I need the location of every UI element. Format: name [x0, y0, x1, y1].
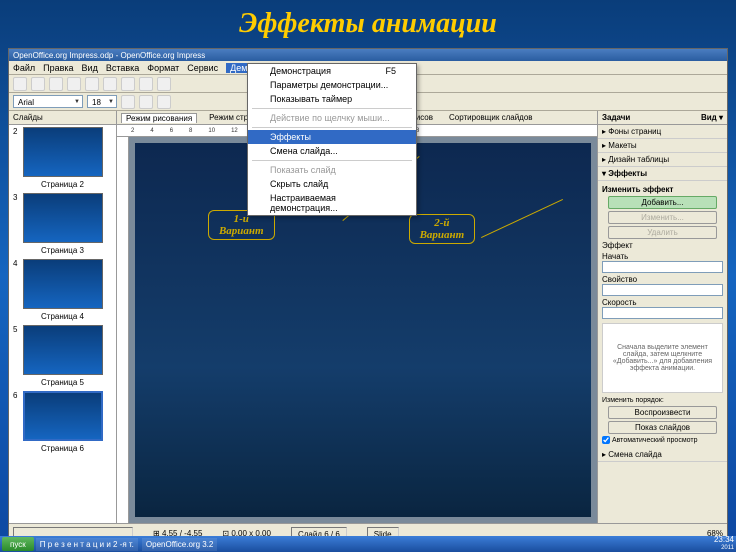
system-clock[interactable]: 23:34 2011	[714, 536, 734, 552]
menu-item-click-action[interactable]: Действие по щелчку мыши...	[248, 111, 416, 125]
slide-thumb[interactable]: 4Страница 4	[9, 257, 116, 323]
arrow-to-panel	[481, 199, 563, 238]
slide-thumb[interactable]: 6Страница 6	[9, 389, 116, 455]
task-transition[interactable]: Смена слайда	[598, 448, 727, 462]
menu-view[interactable]: Вид	[82, 63, 98, 73]
add-effect-button[interactable]: Добавить...	[608, 196, 717, 209]
redo-icon[interactable]	[157, 77, 171, 91]
task-view-menu[interactable]: Вид ▾	[701, 113, 723, 122]
effect-section: Изменить эффект Добавить... Изменить... …	[598, 181, 727, 448]
window-title: OpenOffice.org Impress.odp - OpenOffice.…	[13, 51, 205, 60]
os-taskbar: пуск П р е з е н т а ц и и 2 -я т. OpenO…	[0, 536, 736, 552]
remove-effect-button[interactable]: Удалить	[608, 226, 717, 239]
impress-window: OpenOffice.org Impress.odp - OpenOffice.…	[8, 48, 728, 544]
menu-item-show-slide[interactable]: Показать слайд	[248, 163, 416, 177]
menu-item-change-slide[interactable]: Смена слайда...	[248, 144, 416, 158]
presentation-title: Эффекты анимации	[0, 0, 736, 48]
task-header: Задачи Вид ▾	[598, 111, 727, 125]
slide-panel-title: Слайды	[9, 111, 116, 125]
slide-thumb[interactable]: 2Страница 2	[9, 125, 116, 191]
titlebar: OpenOffice.org Impress.odp - OpenOffice.…	[9, 49, 727, 61]
slide-panel: Слайды 2Страница 23Страница 34Страница 4…	[9, 111, 117, 523]
cut-icon[interactable]	[85, 77, 99, 91]
underline-icon[interactable]	[157, 95, 171, 109]
menu-item-params[interactable]: Параметры демонстрации...	[248, 78, 416, 92]
speed-combo[interactable]	[602, 307, 723, 319]
menu-insert[interactable]: Вставка	[106, 63, 139, 73]
italic-icon[interactable]	[139, 95, 153, 109]
menu-format[interactable]: Формат	[147, 63, 179, 73]
menu-item-effects[interactable]: Эффекты	[248, 130, 416, 144]
menu-edit[interactable]: Правка	[43, 63, 73, 73]
play-button[interactable]: Воспроизвести	[608, 406, 717, 419]
order-label: Изменить порядок:	[602, 397, 723, 404]
change-effect-label: Изменить эффект	[602, 185, 723, 194]
tab-sorter[interactable]: Сортировщик слайдов	[445, 113, 537, 122]
slideshow-button[interactable]: Показ слайдов	[608, 421, 717, 434]
slide-thumb[interactable]: 5Страница 5	[9, 323, 116, 389]
copy-icon[interactable]	[103, 77, 117, 91]
task-layouts[interactable]: Макеты	[598, 139, 727, 153]
property-combo[interactable]	[602, 284, 723, 296]
menu-item-hide-slide[interactable]: Скрыть слайд	[248, 177, 416, 191]
menu-tools[interactable]: Сервис	[187, 63, 218, 73]
fontsize-combo[interactable]: 18	[87, 95, 117, 108]
taskbar-app2[interactable]: OpenOffice.org 3.2	[142, 538, 217, 551]
effect-hint: Сначала выделите элемент слайда, затем щ…	[602, 323, 723, 393]
task-effects[interactable]: Эффекты	[598, 167, 727, 181]
paste-icon[interactable]	[121, 77, 135, 91]
menu-item-timer[interactable]: Показывать таймер	[248, 92, 416, 106]
start-combo[interactable]	[602, 261, 723, 273]
auto-preview-check[interactable]: Автоматический просмотр	[602, 436, 723, 444]
slideshow-dropdown: ДемонстрацияF5 Параметры демонстрации...…	[247, 63, 417, 216]
taskbar-app1[interactable]: П р е з е н т а ц и и 2 -я т.	[36, 538, 138, 551]
task-panel: Задачи Вид ▾ Фоны страниц Макеты Дизайн …	[597, 111, 727, 523]
new-icon[interactable]	[13, 77, 27, 91]
bold-icon[interactable]	[121, 95, 135, 109]
open-icon[interactable]	[31, 77, 45, 91]
task-table-design[interactable]: Дизайн таблицы	[598, 153, 727, 167]
callout-variant2[interactable]: 2-й Вариант	[409, 214, 476, 244]
modify-effect-button[interactable]: Изменить...	[608, 211, 717, 224]
menu-item-demo[interactable]: ДемонстрацияF5	[248, 64, 416, 78]
start-button[interactable]: пуск	[2, 537, 34, 551]
font-combo[interactable]: Arial	[13, 95, 83, 108]
save-icon[interactable]	[49, 77, 63, 91]
tab-normal[interactable]: Режим рисования	[121, 113, 197, 123]
task-backgrounds[interactable]: Фоны страниц	[598, 125, 727, 139]
menu-file[interactable]: Файл	[13, 63, 35, 73]
menu-item-custom[interactable]: Настраиваемая демонстрация...	[248, 191, 416, 215]
ruler-vertical	[117, 137, 129, 523]
slide-thumb[interactable]: 3Страница 3	[9, 191, 116, 257]
print-icon[interactable]	[67, 77, 81, 91]
undo-icon[interactable]	[139, 77, 153, 91]
